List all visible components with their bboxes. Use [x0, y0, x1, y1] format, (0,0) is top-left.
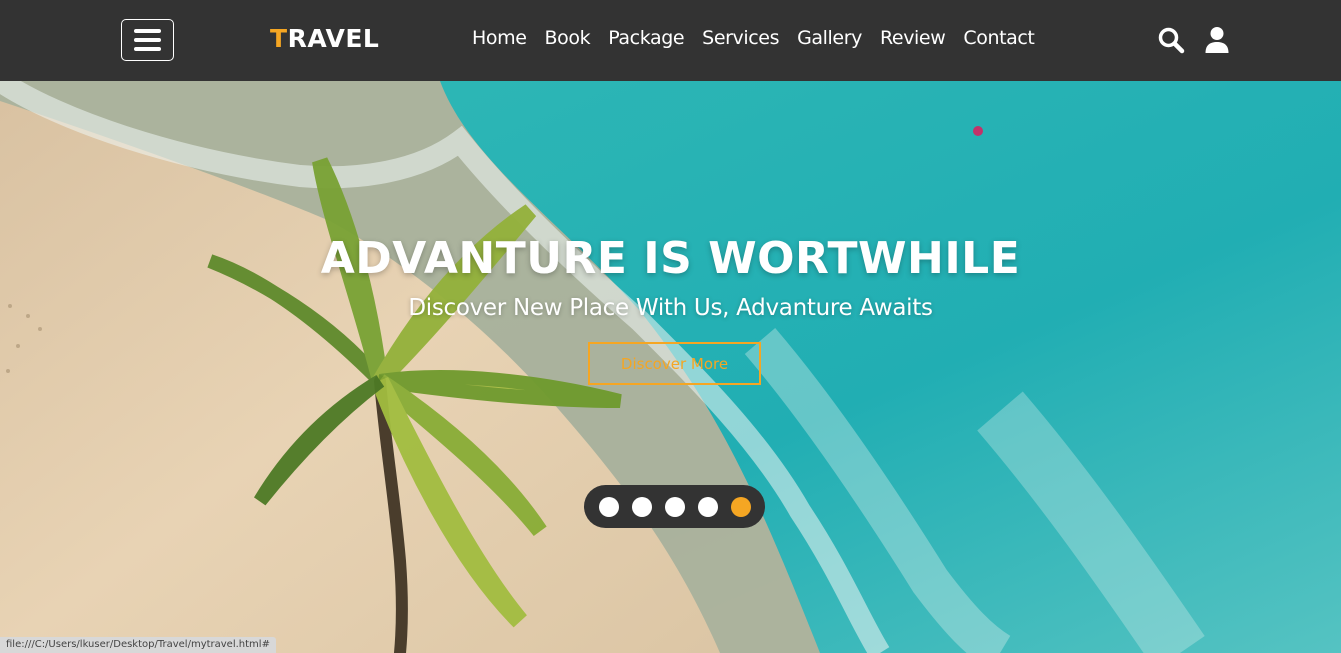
nav-link-contact[interactable]: Contact — [963, 27, 1035, 49]
hero-title: ADVANTURE IS WORTWHILE — [320, 233, 1021, 284]
search-icon[interactable] — [1157, 26, 1185, 54]
logo-text: RAVEL — [287, 24, 380, 53]
logo[interactable]: TRAVEL — [270, 24, 379, 53]
nav-link-gallery[interactable]: Gallery — [797, 27, 862, 49]
slider-dot-5-active[interactable] — [730, 496, 751, 517]
menu-bar — [134, 29, 161, 33]
slider-dot-2[interactable] — [631, 496, 652, 517]
nav-link-book[interactable]: Book — [545, 27, 591, 49]
browser-status-url: file:///C:/Users/lkuser/Desktop/Travel/m… — [0, 637, 276, 653]
discover-more-button[interactable]: Discover More — [588, 342, 761, 385]
logo-accent-letter: T — [270, 24, 288, 53]
hero-subtitle: Discover New Place With Us, Advanture Aw… — [408, 295, 933, 321]
main-nav: Home Book Package Services Gallery Revie… — [472, 27, 1052, 49]
slider-dot-3[interactable] — [664, 496, 685, 517]
slider-pagination — [584, 485, 765, 528]
hero-section: ADVANTURE IS WORTWHILE Discover New Plac… — [0, 81, 1341, 653]
slider-dot-1[interactable] — [598, 496, 619, 517]
site-header: TRAVEL Home Book Package Services Galler… — [0, 0, 1341, 81]
nav-link-review[interactable]: Review — [880, 27, 946, 49]
nav-link-services[interactable]: Services — [702, 27, 779, 49]
hamburger-menu-icon[interactable] — [121, 19, 174, 61]
slider-dot-4[interactable] — [697, 496, 718, 517]
user-icon[interactable] — [1204, 26, 1232, 54]
nav-link-package[interactable]: Package — [608, 27, 684, 49]
menu-bar — [134, 38, 161, 42]
nav-link-home[interactable]: Home — [472, 27, 527, 49]
menu-bar — [134, 47, 161, 51]
